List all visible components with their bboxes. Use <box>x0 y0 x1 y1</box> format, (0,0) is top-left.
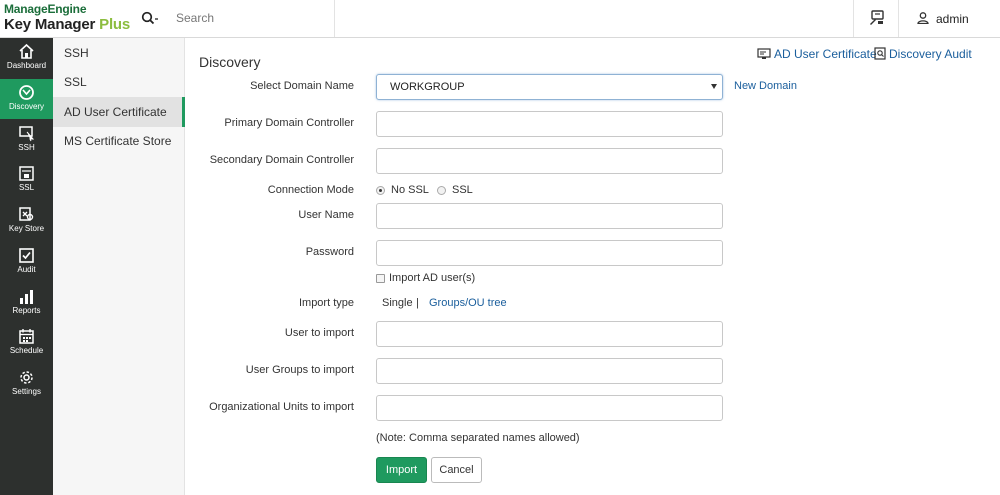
ssl-radio[interactable] <box>437 186 446 195</box>
top-bar: ManageEngine Key Manager Plus admin <box>0 0 1000 38</box>
nav-label: SSL <box>18 183 35 192</box>
page-title: Discovery <box>199 54 261 70</box>
discovery-icon <box>19 85 34 100</box>
domain-select[interactable]: WORKGROUP <box>376 74 723 100</box>
ssl-icon <box>19 166 34 181</box>
main-nav: Dashboard Discovery SSH SSL Key Store Au… <box>0 38 53 495</box>
nav-label: Key Store <box>8 224 45 233</box>
secondary-dc-label: Secondary Domain Controller <box>209 154 354 166</box>
search-input[interactable] <box>176 7 326 29</box>
discovery-audit-icon <box>874 47 886 60</box>
ad-user-certificate-link[interactable]: AD User Certificate <box>757 47 877 61</box>
import-ad-users-checkbox[interactable] <box>376 274 385 283</box>
nav-item-ssh[interactable]: SSH <box>0 120 53 160</box>
remote-access-icon <box>870 10 884 25</box>
app-logo[interactable]: ManageEngine Key Manager Plus <box>4 2 136 36</box>
cancel-button[interactable]: Cancel <box>431 457 482 483</box>
nav-item-settings[interactable]: Settings <box>0 364 53 404</box>
nav-item-reports[interactable]: Reports <box>0 283 53 323</box>
nav-item-dashboard[interactable]: Dashboard <box>0 38 53 78</box>
search-icon[interactable] <box>141 11 159 27</box>
user-groups-field[interactable] <box>376 358 723 384</box>
note-text: (Note: Comma separated names allowed) <box>376 432 580 444</box>
domain-select-value: WORKGROUP <box>390 81 465 93</box>
nav-label: SSH <box>18 143 35 152</box>
user-name-label: User Name <box>298 209 354 221</box>
audit-icon <box>19 248 34 263</box>
nav-item-discovery[interactable]: Discovery <box>0 79 53 119</box>
reports-icon <box>20 290 33 304</box>
secondary-dc-field[interactable] <box>376 148 723 174</box>
user-menu[interactable]: admin <box>899 0 1000 37</box>
user-name: admin <box>936 12 969 26</box>
nav-label: Settings <box>12 387 41 396</box>
password-label: Password <box>305 246 354 258</box>
user-groups-label: User Groups to import <box>245 364 354 376</box>
ssl-label: SSL <box>452 184 473 196</box>
import-type-single[interactable]: Single <box>382 297 413 309</box>
connection-mode-label: Connection Mode <box>267 184 354 196</box>
subnav-item-ssh[interactable]: SSH <box>53 38 185 68</box>
import-type-label: Import type <box>298 297 354 309</box>
import-type-groups-link[interactable]: Groups/OU tree <box>429 297 507 309</box>
subnav-item-ssl[interactable]: SSL <box>53 67 185 97</box>
brand-line-1: ManageEngine <box>4 2 87 16</box>
schedule-icon <box>19 329 34 344</box>
user-to-import-label: User to import <box>284 327 354 339</box>
password-field[interactable] <box>376 240 723 266</box>
select-domain-label: Select Domain Name <box>250 80 354 92</box>
new-domain-link[interactable]: New Domain <box>734 80 797 92</box>
key-store-icon <box>19 207 34 221</box>
no-ssl-label: No SSL <box>391 184 429 196</box>
primary-dc-field[interactable] <box>376 111 723 137</box>
sub-nav: SSH SSL AD User Certificate MS Certifica… <box>53 38 185 495</box>
import-button[interactable]: Import <box>376 457 427 483</box>
primary-dc-label: Primary Domain Controller <box>224 117 354 129</box>
search-bar <box>136 0 335 37</box>
org-units-field[interactable] <box>376 395 723 421</box>
nav-item-audit[interactable]: Audit <box>0 242 53 282</box>
home-icon <box>19 43 34 59</box>
import-ad-users-label: Import AD user(s) <box>389 272 476 284</box>
subnav-item-ad-user-certificate[interactable]: AD User Certificate <box>53 97 185 127</box>
main-content: Discovery AD User Certificate Discovery … <box>186 38 1000 495</box>
chevron-down-icon <box>711 84 717 89</box>
subnav-item-ms-certificate-store[interactable]: MS Certificate Store <box>53 126 185 156</box>
nav-label: Schedule <box>9 346 44 355</box>
nav-label: Audit <box>17 265 36 274</box>
org-units-label: Organizational Units to import <box>209 401 354 413</box>
remote-access-button[interactable] <box>853 0 899 37</box>
no-ssl-radio[interactable] <box>376 186 385 195</box>
ad-user-certificate-icon <box>757 48 771 59</box>
nav-item-ssl[interactable]: SSL <box>0 160 53 200</box>
settings-icon <box>20 371 33 384</box>
brand-line-2: Key Manager Plus <box>4 16 131 33</box>
nav-label: Dashboard <box>6 61 47 70</box>
nav-label: Discovery <box>8 102 45 111</box>
user-to-import-field[interactable] <box>376 321 723 347</box>
discovery-audit-link[interactable]: Discovery Audit <box>874 47 972 61</box>
import-type-separator: | <box>416 297 419 309</box>
nav-item-key-store[interactable]: Key Store <box>0 201 53 241</box>
nav-label: Reports <box>12 306 41 315</box>
nav-item-schedule[interactable]: Schedule <box>0 323 53 363</box>
user-icon <box>917 12 929 24</box>
ssh-icon <box>19 126 35 142</box>
user-name-field[interactable] <box>376 203 723 229</box>
